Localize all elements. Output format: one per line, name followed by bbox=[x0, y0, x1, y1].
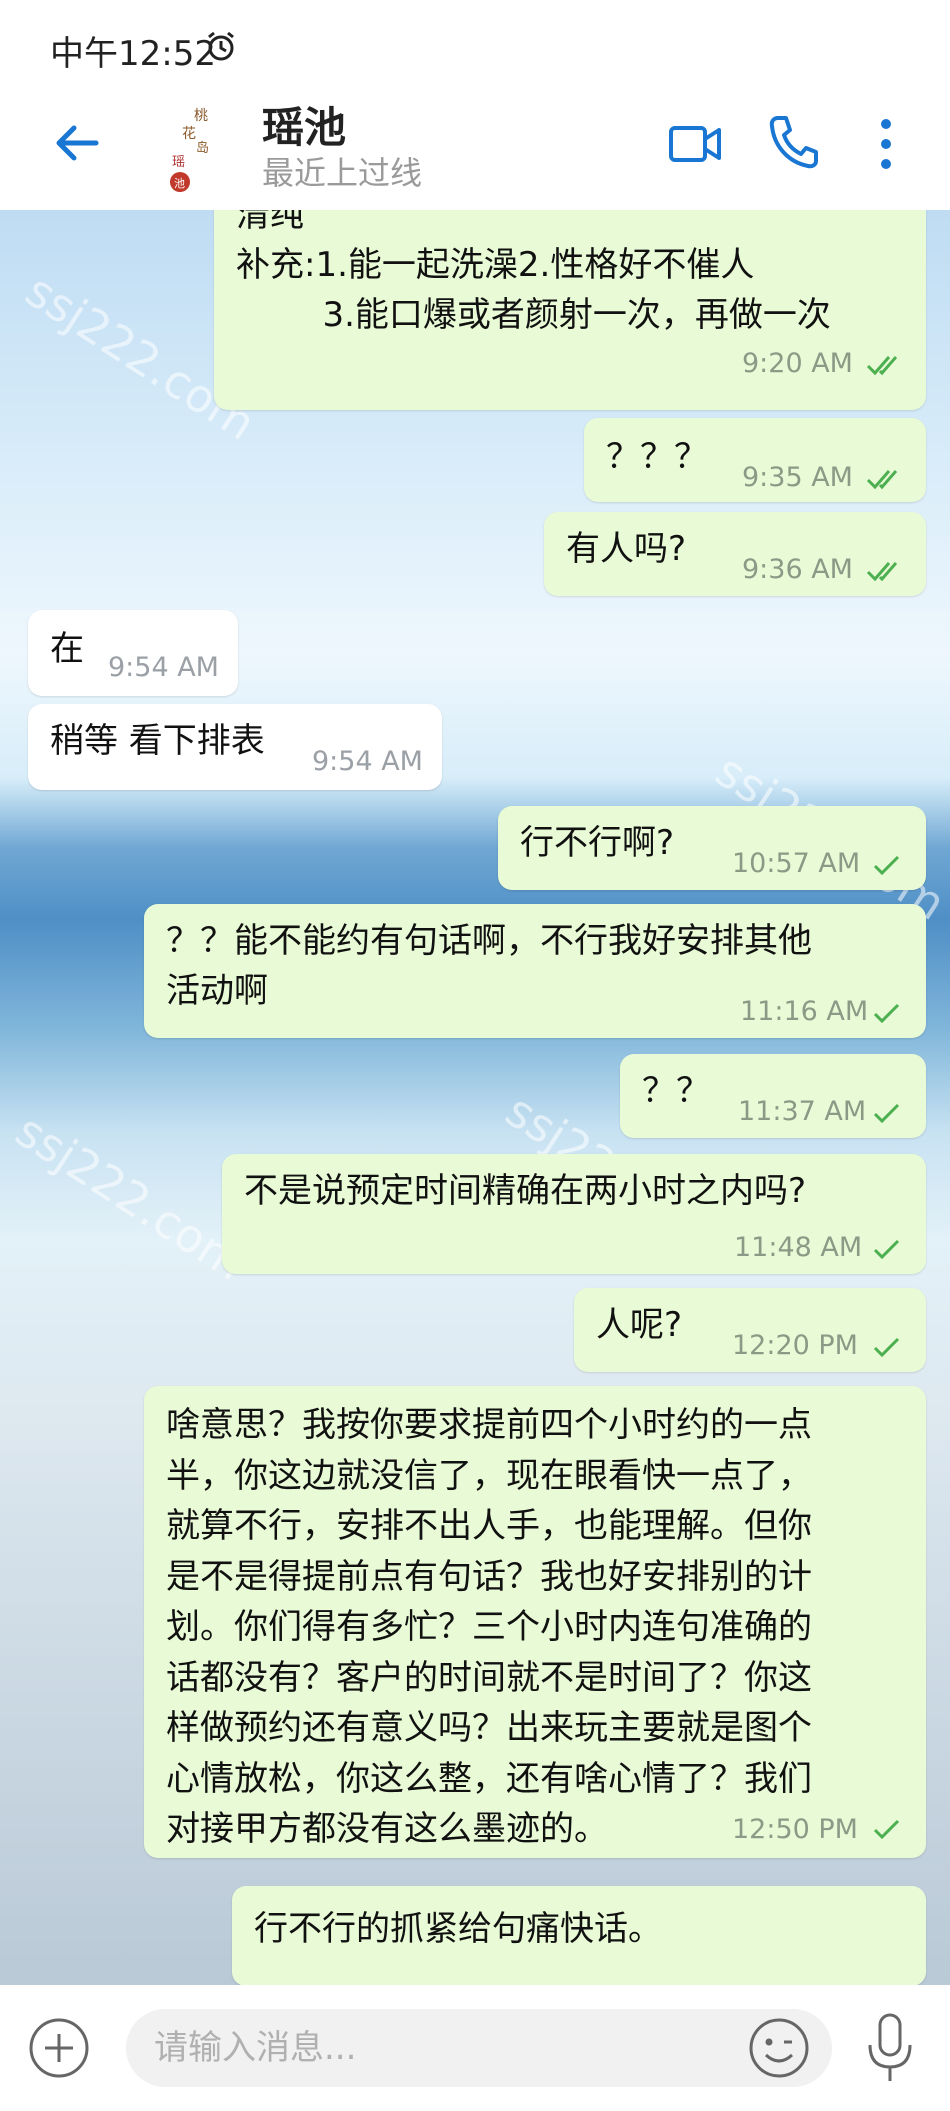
outgoing-message[interactable]: 人呢? 12:20 PM bbox=[574, 1288, 926, 1372]
message-time: 9:36 AM bbox=[742, 554, 853, 585]
message-time: 9:35 AM bbox=[742, 462, 853, 493]
message-text: ？？能不能约有句话啊，不行我好安排其他 活动啊 bbox=[166, 921, 812, 1011]
check-icon bbox=[873, 1819, 900, 1840]
video-call-icon[interactable] bbox=[668, 118, 722, 170]
outgoing-message[interactable]: 行不行的抓紧给句痛快话。 bbox=[232, 1886, 926, 1985]
incoming-message[interactable]: 在 9:54 AM bbox=[28, 610, 238, 696]
message-text: ？？ bbox=[642, 1071, 710, 1111]
more-options-icon[interactable] bbox=[876, 116, 896, 172]
message-input-container[interactable] bbox=[126, 2009, 832, 2087]
message-time: 11:37 AM bbox=[738, 1096, 867, 1127]
message-input[interactable] bbox=[154, 2023, 674, 2073]
watermark: ssj222.com bbox=[6, 1103, 256, 1291]
double-check-icon bbox=[866, 562, 898, 582]
outgoing-message[interactable]: ？？ 11:37 AM bbox=[620, 1054, 926, 1138]
alarm-icon bbox=[208, 31, 234, 61]
message-text: 在 bbox=[50, 629, 84, 669]
svg-text:池: 池 bbox=[174, 177, 185, 190]
phone-call-icon[interactable] bbox=[766, 114, 818, 170]
status-time: 中午12:52 bbox=[50, 34, 216, 74]
outgoing-message[interactable]: 啥意思？我按你要求提前四个小时约的一点 半，你这边就没信了，现在眼看快一点了， … bbox=[144, 1386, 926, 1858]
status-bar: 中午12:52 bbox=[0, 0, 950, 96]
back-arrow-icon[interactable] bbox=[52, 118, 102, 168]
outgoing-message[interactable]: 行不行啊? 10:57 AM bbox=[498, 806, 926, 890]
message-text: 稍等 看下排表 bbox=[50, 721, 265, 761]
check-icon bbox=[873, 1003, 900, 1024]
svg-text:岛: 岛 bbox=[196, 140, 209, 156]
message-text: 啥意思？我按你要求提前四个小时约的一点 半，你这边就没信了，现在眼看快一点了， … bbox=[166, 1405, 812, 1849]
contact-name[interactable]: 瑶池 bbox=[262, 94, 346, 155]
last-seen-status: 最近上过线 bbox=[262, 154, 423, 192]
add-attachment-icon[interactable] bbox=[28, 2017, 90, 2079]
message-time: 9:54 AM bbox=[312, 746, 423, 777]
incoming-message[interactable]: 稍等 看下排表 9:54 AM bbox=[28, 704, 442, 790]
microphone-icon[interactable] bbox=[862, 2011, 918, 2085]
message-time: 11:16 AM bbox=[740, 996, 869, 1027]
message-text: ？？？ bbox=[606, 437, 708, 477]
outgoing-message[interactable]: 清纯 补充:1.能一起洗澡2.性格好不催人 3.能口爆或者颜射一次，再做一次 9… bbox=[214, 210, 926, 410]
double-check-icon bbox=[866, 470, 898, 490]
message-list[interactable]: ssj222.com ssj222.com ssj222.com ssj222.… bbox=[0, 210, 950, 1985]
message-time: 9:54 AM bbox=[108, 652, 219, 683]
svg-text:花: 花 bbox=[182, 126, 196, 142]
outgoing-message[interactable]: ？？？ 9:35 AM bbox=[584, 418, 926, 502]
svg-text:桃: 桃 bbox=[194, 108, 208, 124]
outgoing-message[interactable]: 有人吗? 9:36 AM bbox=[544, 512, 926, 596]
emoji-icon[interactable] bbox=[746, 2015, 812, 2081]
avatar[interactable]: 桃 花 岛 瑶 池 bbox=[160, 102, 230, 194]
message-text: 行不行啊? bbox=[520, 823, 675, 863]
chat-header: 桃 花 岛 瑶 池 瑶池 最近上过线 bbox=[0, 96, 950, 210]
check-icon bbox=[873, 1103, 900, 1124]
outgoing-message[interactable]: 不是说预定时间精确在两小时之内吗? 11:48 AM bbox=[222, 1154, 926, 1274]
double-check-icon bbox=[866, 356, 898, 376]
message-time: 11:48 AM bbox=[734, 1232, 863, 1263]
message-time: 10:57 AM bbox=[732, 848, 861, 879]
message-time: 9:20 AM bbox=[742, 348, 853, 379]
message-time: 12:20 PM bbox=[732, 1330, 858, 1361]
svg-text:瑶: 瑶 bbox=[172, 155, 185, 170]
message-time: 12:50 PM bbox=[732, 1814, 858, 1845]
message-text: 人呢? bbox=[596, 1305, 683, 1345]
avatar-logo-icon: 桃 花 岛 瑶 池 bbox=[170, 108, 209, 192]
message-text: 行不行的抓紧给句痛快话。 bbox=[254, 1909, 662, 1949]
check-icon bbox=[873, 855, 900, 876]
message-text: 有人吗? bbox=[566, 529, 687, 569]
message-composer bbox=[0, 1985, 950, 2111]
message-text: 清纯 补充:1.能一起洗澡2.性格好不催人 3.能口爆或者颜射一次，再做一次 bbox=[236, 210, 831, 335]
outgoing-message[interactable]: ？？能不能约有句话啊，不行我好安排其他 活动啊 11:16 AM bbox=[144, 904, 926, 1038]
message-text: 不是说预定时间精确在两小时之内吗? bbox=[244, 1171, 807, 1211]
check-icon bbox=[873, 1337, 900, 1358]
check-icon bbox=[873, 1239, 900, 1260]
